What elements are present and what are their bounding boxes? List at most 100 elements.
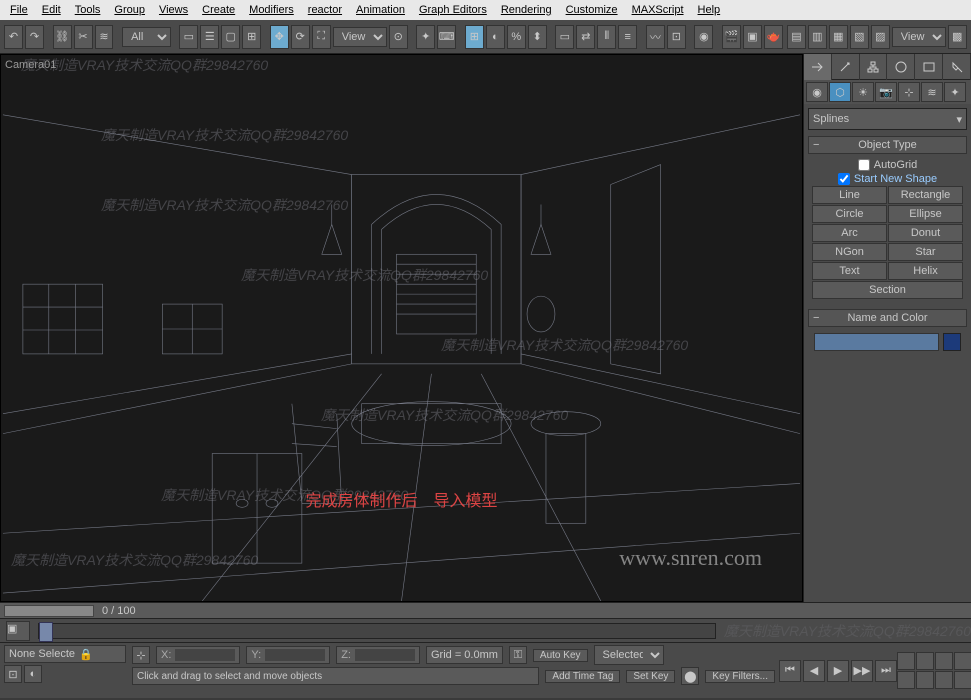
menu-animation[interactable]: Animation: [350, 2, 411, 18]
tool-e-button[interactable]: ▨: [871, 25, 890, 49]
menu-group[interactable]: Group: [108, 2, 151, 18]
helix-button[interactable]: Helix: [888, 262, 963, 280]
utilities-tab[interactable]: [943, 54, 971, 80]
menu-maxscript[interactable]: MAXScript: [626, 2, 690, 18]
menu-create[interactable]: Create: [196, 2, 241, 18]
time-slider-bar[interactable]: 0 / 100: [0, 602, 971, 618]
object-name-field[interactable]: [814, 333, 939, 351]
create-tab[interactable]: [804, 54, 832, 80]
schematic-view-button[interactable]: ⊡: [667, 25, 686, 49]
start-new-shape-checkbox[interactable]: [838, 173, 850, 185]
z-field[interactable]: [355, 649, 415, 661]
menu-grapheditors[interactable]: Graph Editors: [413, 2, 493, 18]
menu-modifiers[interactable]: Modifiers: [243, 2, 300, 18]
maximize-viewport-button[interactable]: [954, 671, 971, 689]
fov-button[interactable]: [897, 671, 915, 689]
pivot-button[interactable]: ⊙: [389, 25, 408, 49]
zoom-extents-button[interactable]: [935, 652, 953, 670]
select-move-button[interactable]: ✥: [270, 25, 289, 49]
angle-snap-button[interactable]: ◐: [486, 25, 505, 49]
add-time-tag-button[interactable]: Add Time Tag: [545, 670, 620, 683]
tool-b-button[interactable]: ▥: [808, 25, 827, 49]
snap-toggle-button[interactable]: ⊞: [465, 25, 484, 49]
tool-c-button[interactable]: ▦: [829, 25, 848, 49]
menu-file[interactable]: File: [4, 2, 34, 18]
y-field[interactable]: [265, 649, 325, 661]
ellipse-button[interactable]: Ellipse: [888, 205, 963, 223]
goto-start-button[interactable]: ⏮: [779, 660, 801, 682]
layer-manager-button[interactable]: ≡: [618, 25, 637, 49]
star-button[interactable]: Star: [888, 243, 963, 261]
key-filters-button[interactable]: Key Filters...: [705, 670, 775, 683]
manipulate-button[interactable]: ✦: [416, 25, 435, 49]
text-button[interactable]: Text: [812, 262, 887, 280]
tool-f-button[interactable]: ▩: [948, 25, 967, 49]
ngon-button[interactable]: NGon: [812, 243, 887, 261]
spinner-snap-button[interactable]: ⬍: [528, 25, 547, 49]
autogrid-checkbox[interactable]: [858, 159, 870, 171]
key-target-dropdown[interactable]: Selected: [594, 645, 664, 665]
motion-tab[interactable]: [887, 54, 915, 80]
hierarchy-tab[interactable]: [860, 54, 888, 80]
window-crossing-button[interactable]: ⊞: [242, 25, 261, 49]
display-tab[interactable]: [915, 54, 943, 80]
absolute-mode-button[interactable]: ⊹: [132, 646, 150, 664]
named-selection-button[interactable]: ▭: [555, 25, 574, 49]
systems-subtab[interactable]: ✦: [944, 82, 966, 102]
x-field[interactable]: [175, 649, 235, 661]
menu-views[interactable]: Views: [153, 2, 194, 18]
material-editor-button[interactable]: ◉: [694, 25, 713, 49]
zoom-button[interactable]: [897, 652, 915, 670]
prev-frame-button[interactable]: ◀: [803, 660, 825, 682]
select-scale-button[interactable]: ⛶: [312, 25, 331, 49]
setkey-button[interactable]: Set Key: [626, 670, 675, 683]
select-by-name-button[interactable]: ☰: [200, 25, 219, 49]
menu-reactor[interactable]: reactor: [302, 2, 348, 18]
render-setup-button[interactable]: 🎬: [722, 25, 741, 49]
track-toggle[interactable]: ▣: [6, 621, 30, 641]
isolate-button[interactable]: ◐: [24, 665, 42, 683]
tool-a-button[interactable]: ▤: [787, 25, 806, 49]
geometry-subtab[interactable]: ◉: [806, 82, 828, 102]
select-object-button[interactable]: ▭: [179, 25, 198, 49]
category-dropdown[interactable]: Splines ▾: [808, 108, 967, 130]
menu-customize[interactable]: Customize: [560, 2, 624, 18]
bind-spacewarp-button[interactable]: ≋: [95, 25, 114, 49]
cameras-subtab[interactable]: 📷: [875, 82, 897, 102]
link-button[interactable]: ⛓: [53, 25, 72, 49]
object-type-rollout-header[interactable]: − Object Type: [808, 136, 967, 154]
spacewarps-subtab[interactable]: ≋: [921, 82, 943, 102]
viewport-camera[interactable]: Camera01: [0, 54, 803, 602]
undo-button[interactable]: ↶: [4, 25, 23, 49]
key-mode-button[interactable]: ⚿: [509, 646, 527, 664]
tool-d-button[interactable]: ▧: [850, 25, 869, 49]
menu-tools[interactable]: Tools: [69, 2, 107, 18]
rectangle-button[interactable]: Rectangle: [888, 186, 963, 204]
lock-icon[interactable]: 🔒: [79, 648, 93, 661]
pan-button[interactable]: [916, 671, 934, 689]
modify-tab[interactable]: [832, 54, 860, 80]
render-frame-button[interactable]: ▣: [743, 25, 762, 49]
menu-rendering[interactable]: Rendering: [495, 2, 558, 18]
zoom-all-button[interactable]: [916, 652, 934, 670]
set-key-large-button[interactable]: ⬤: [681, 667, 699, 685]
percent-snap-button[interactable]: %: [507, 25, 526, 49]
view-shading-dropdown[interactable]: View: [892, 27, 946, 47]
render-button[interactable]: 🫖: [764, 25, 783, 49]
keyboard-shortcut-button[interactable]: ⌨: [437, 25, 456, 49]
next-frame-button[interactable]: ▶▶: [851, 660, 873, 682]
selection-filter-dropdown[interactable]: All: [122, 27, 171, 47]
circle-button[interactable]: Circle: [812, 205, 887, 223]
autokey-button[interactable]: Auto Key: [533, 649, 588, 662]
play-button[interactable]: ▶: [827, 660, 849, 682]
ref-coord-dropdown[interactable]: View: [333, 27, 387, 47]
timeline-slider[interactable]: [39, 622, 53, 642]
time-slider-thumb[interactable]: [4, 605, 94, 617]
zoom-extents-all-button[interactable]: [954, 652, 971, 670]
name-color-rollout-header[interactable]: − Name and Color: [808, 309, 967, 327]
line-button[interactable]: Line: [812, 186, 887, 204]
section-button[interactable]: Section: [812, 281, 963, 299]
orbit-button[interactable]: [935, 671, 953, 689]
align-button[interactable]: ⫴: [597, 25, 616, 49]
arc-button[interactable]: Arc: [812, 224, 887, 242]
